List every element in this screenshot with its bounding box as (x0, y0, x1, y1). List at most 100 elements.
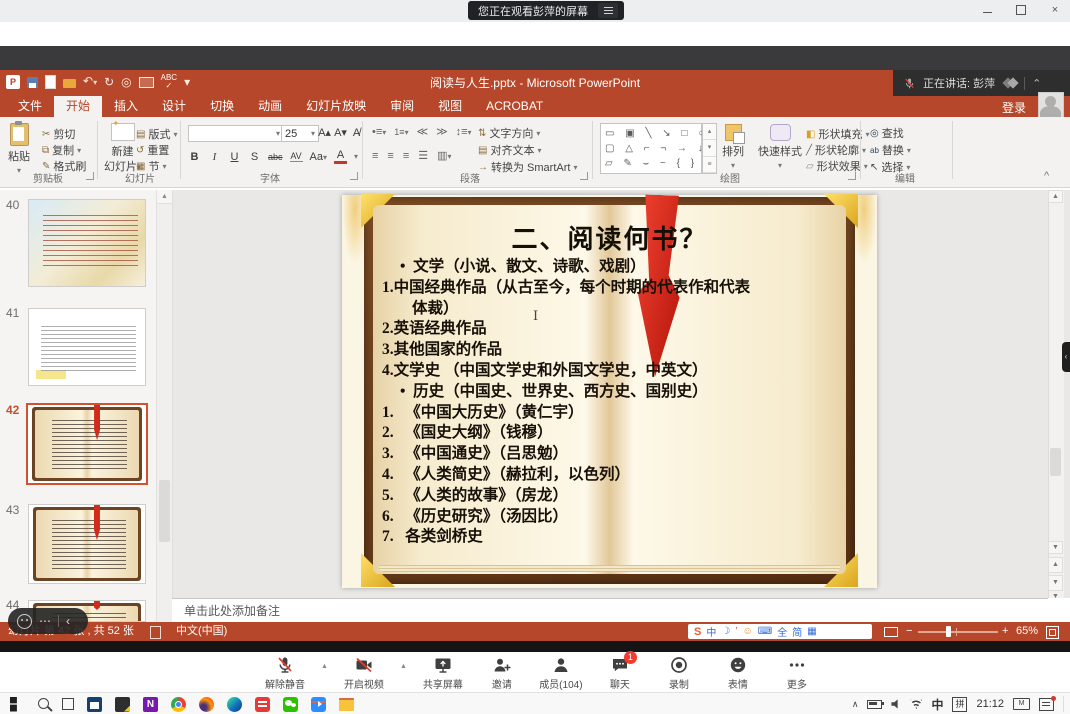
more-icon[interactable]: ⋯ (39, 614, 51, 628)
scrollbar-thumb[interactable] (1050, 448, 1061, 476)
powerpoint-logo-icon[interactable]: P (6, 75, 20, 89)
slide-canvas[interactable]: 二、阅读何书？ • 文学（小说、散文、诗歌、戏剧） 1.中国经典作品（从古至今，… (342, 195, 877, 588)
zoom-out-button[interactable]: − (906, 622, 912, 641)
grow-shrink-font[interactable]: A▴A▾A̸ (318, 126, 363, 139)
redo-icon[interactable]: ↻ (104, 75, 114, 89)
start-button-icon[interactable] (10, 697, 25, 712)
tab-home[interactable]: 开始 (54, 96, 102, 117)
edge-icon[interactable] (227, 697, 242, 712)
more-button[interactable]: 更多 (774, 655, 820, 691)
notes-pane[interactable]: 单击此处添加备注 (172, 598, 1048, 622)
share-screen-button[interactable]: 共享屏幕 (420, 655, 466, 691)
italic-button[interactable]: I (208, 151, 221, 163)
font-size-combobox[interactable]: 25▾ (281, 125, 319, 142)
paste-button[interactable]: 粘贴 ▾ (8, 123, 30, 175)
ime-punct-icon[interactable]: ’ (735, 626, 737, 637)
clock[interactable]: 21:12 (976, 698, 1004, 710)
replace-button[interactable]: ab替换▾ (870, 142, 911, 158)
chrome-icon[interactable] (171, 697, 186, 712)
copy-button[interactable]: ⧉复制▾ (42, 142, 81, 158)
tab-review[interactable]: 审阅 (378, 96, 426, 117)
scroll-up-button[interactable]: ▲ (1048, 190, 1063, 203)
clipboard-dialog-launcher[interactable] (86, 172, 94, 180)
sogou-ime-bar[interactable]: S 中 ☽ ’ ☺ ⌨ 全 简 ▦ (688, 624, 872, 639)
invite-button[interactable]: 邀请 (479, 655, 525, 691)
close-button[interactable]: × (1046, 3, 1064, 19)
arrange-button[interactable]: 排列▾ (722, 124, 744, 170)
language-status[interactable]: 中文(中国) (176, 622, 227, 641)
quick-styles-button[interactable]: 快速样式▾ (758, 124, 802, 170)
record-button[interactable]: 录制 (656, 655, 702, 691)
wifi-icon[interactable] (910, 699, 922, 709)
text-direction-button[interactable]: ⇅文字方向▾ (478, 125, 540, 141)
wechat-icon[interactable] (283, 697, 298, 712)
line-spacing-button[interactable]: ↕≡▾ (456, 126, 472, 138)
emoji-icon[interactable] (17, 614, 32, 629)
font-dialog-launcher[interactable] (350, 172, 358, 180)
next-slide-button[interactable]: ▼▼ (1048, 575, 1063, 591)
align-text-button[interactable]: ▤对齐文本▾ (478, 142, 541, 158)
touch-keyboard-icon[interactable]: M (1013, 698, 1030, 710)
mic-options-arrow[interactable]: ▲ (321, 663, 328, 670)
open-file-icon[interactable] (63, 79, 76, 88)
indent-decrease-button[interactable]: ≪ (417, 125, 429, 138)
tab-transitions[interactable]: 切换 (198, 96, 246, 117)
align-left-button[interactable]: ≡ (372, 150, 378, 162)
underline-button[interactable]: U (228, 151, 241, 163)
collapse-ribbon-icon[interactable]: ^ (1044, 170, 1049, 182)
qat-customize-icon[interactable]: ▾ (184, 75, 190, 89)
tab-animations[interactable]: 动画 (246, 96, 294, 117)
minimize-button[interactable] (978, 3, 996, 19)
tab-insert[interactable]: 插入 (102, 96, 150, 117)
new-file-icon[interactable] (45, 75, 56, 89)
reactions-button[interactable]: 表情 (715, 655, 761, 691)
sidebar-collapse-handle[interactable]: ‹ (1062, 342, 1070, 372)
strikethrough-button[interactable]: abc (268, 152, 283, 162)
firefox-icon[interactable] (199, 697, 214, 712)
slide-thumbnail-42-selected[interactable] (26, 403, 148, 485)
change-case-button[interactable]: Aa▾ (310, 151, 327, 163)
members-button[interactable]: 成员(104) (538, 655, 584, 691)
cut-button[interactable]: ✂剪切 (42, 126, 75, 142)
align-right-button[interactable]: ≡ (403, 150, 409, 162)
chevron-left-icon[interactable]: ‹ (66, 614, 70, 628)
numbering-button[interactable]: 1≡▾ (394, 127, 408, 137)
tab-view[interactable]: 视图 (426, 96, 474, 117)
columns-button[interactable]: ▥▾ (437, 149, 451, 162)
scroll-down-button[interactable]: ▼ (1048, 541, 1063, 554)
tencent-meeting-icon[interactable] (311, 697, 326, 712)
onenote-icon[interactable]: N (143, 697, 158, 712)
bullets-button[interactable]: •≡▾ (372, 126, 386, 138)
font-name-combobox[interactable]: ▾ (188, 125, 284, 142)
paragraph-dialog-launcher[interactable] (580, 172, 588, 180)
shape-outline-button[interactable]: ╱形状轮廓▾ (806, 142, 866, 158)
spellcheck-status-icon[interactable] (150, 626, 161, 639)
bold-button[interactable]: B (188, 151, 201, 163)
zoom-slider-track[interactable] (918, 631, 998, 633)
ime-simplified-icon[interactable]: 简 (792, 624, 802, 639)
tray-expand-icon[interactable]: ∧ (852, 699, 859, 710)
ime-full-icon[interactable]: 全 (777, 624, 787, 639)
unmute-button[interactable]: 解除静音 (262, 655, 308, 691)
slide-title[interactable]: 二、阅读何书？ (342, 219, 877, 256)
show-desktop-divider[interactable] (1063, 696, 1064, 712)
shadow-button[interactable]: S (248, 151, 261, 163)
task-view-icon[interactable] (62, 698, 74, 710)
spellcheck-icon[interactable]: ABC✓ (161, 74, 177, 90)
video-options-arrow[interactable]: ▲ (400, 663, 407, 670)
red-app-icon[interactable] (255, 697, 270, 712)
slide-thumbnail-43[interactable] (28, 504, 146, 584)
previous-slide-button[interactable]: ▲▲ (1048, 557, 1063, 573)
signin-link[interactable]: 登录 (1002, 99, 1026, 116)
slideshow-view-icon[interactable] (884, 627, 898, 637)
ime-toolbox-icon[interactable]: ▦ (807, 626, 816, 637)
print-preview-icon[interactable]: ◎ (121, 75, 131, 89)
sticky-notes-icon[interactable] (115, 697, 130, 712)
indent-increase-button[interactable]: ≫ (436, 125, 448, 138)
ime-night-icon[interactable]: ☽ (721, 626, 730, 637)
scrollbar-thumb[interactable] (159, 480, 170, 542)
zoom-slider-thumb[interactable] (946, 626, 951, 637)
ime-pinyin-indicator[interactable]: 拼 (952, 697, 967, 712)
slideshow-icon[interactable] (139, 77, 154, 88)
shape-effects-button[interactable]: ▱形状效果▾ (806, 158, 868, 174)
